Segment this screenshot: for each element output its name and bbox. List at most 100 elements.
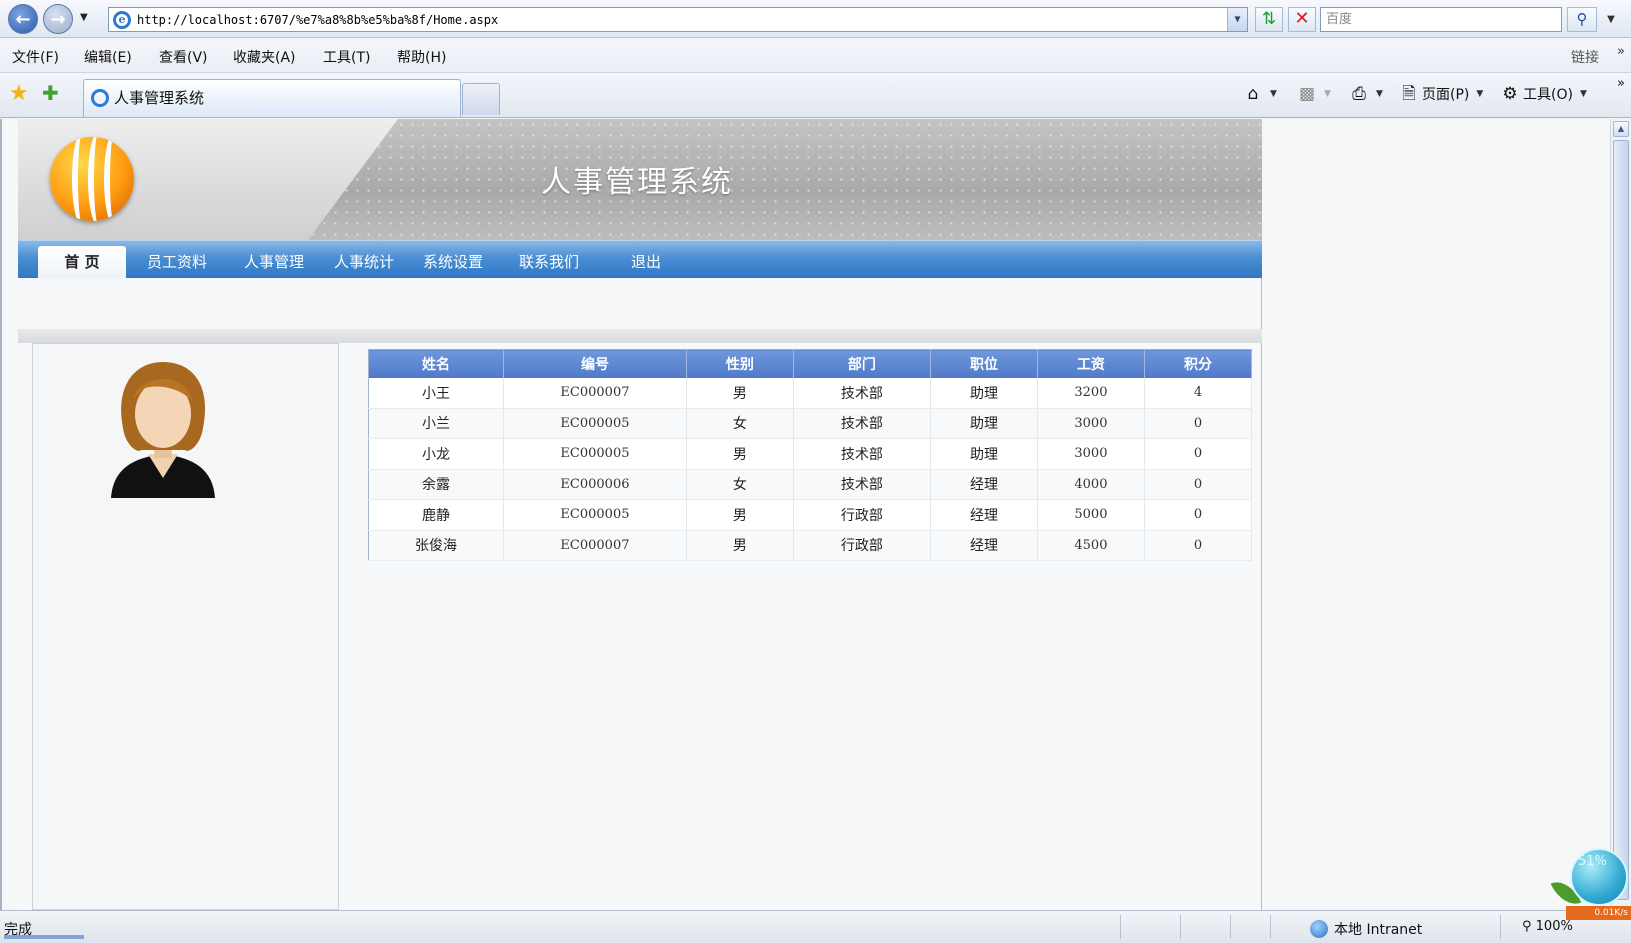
status-divider: [1270, 915, 1271, 939]
column-header[interactable]: 性别: [686, 349, 794, 378]
vertical-scrollbar[interactable]: ▲: [1610, 119, 1631, 910]
back-button[interactable]: ←: [8, 4, 38, 34]
menu-tools[interactable]: 工具(T): [323, 47, 370, 67]
tab-current-page[interactable]: 人事管理系统: [83, 79, 461, 117]
column-header[interactable]: 部门: [793, 349, 931, 378]
cell-department: 技术部: [793, 377, 931, 409]
nav-hr-management[interactable]: 人事管理: [244, 251, 304, 272]
column-header[interactable]: 编号: [503, 349, 687, 378]
cell-id: EC000007: [503, 530, 687, 561]
add-favorite-icon[interactable]: ✚: [42, 81, 59, 105]
feeds-button[interactable]: ▩ ▼: [1297, 84, 1331, 104]
menu-edit[interactable]: 编辑(E): [84, 47, 132, 67]
cell-points: 0: [1144, 408, 1253, 439]
status-divider: [1180, 915, 1181, 939]
printer-icon: ⎙: [1352, 84, 1366, 104]
site-banner: 人事管理系统: [18, 119, 1262, 240]
cell-salary: 4000: [1037, 469, 1145, 500]
table-header-row: 姓名 编号 性别 部门 职位 工资 积分: [368, 349, 1253, 378]
history-dropdown-icon[interactable]: ▼: [80, 12, 88, 23]
menu-favorites[interactable]: 收藏夹(A): [233, 47, 296, 67]
search-options-dropdown-icon[interactable]: ▼: [1600, 7, 1622, 32]
column-header[interactable]: 积分: [1144, 349, 1253, 378]
menu-file[interactable]: 文件(F): [12, 47, 59, 67]
close-icon: ✕: [1294, 8, 1310, 29]
table-row[interactable]: 小龙 EC000005 男 技术部 助理 3000 0: [368, 438, 1253, 470]
site-nav: 首 页 员工资料 人事管理 人事统计 系统设置 联系我们 退出: [18, 240, 1262, 279]
cell-points: 0: [1144, 438, 1253, 470]
cell-department: 技术部: [793, 438, 931, 470]
home-button[interactable]: ⌂ ▼: [1243, 84, 1277, 104]
tools-menu-button[interactable]: ⚙ 工具(O) ▼: [1500, 84, 1587, 104]
nav-home[interactable]: 首 页: [38, 246, 126, 279]
nav-employee-info[interactable]: 员工资料: [147, 251, 207, 272]
cell-position: 经理: [930, 469, 1038, 500]
nav-hr-statistics[interactable]: 人事统计: [334, 251, 394, 272]
scrollbar-thumb[interactable]: [1613, 140, 1629, 900]
table-row[interactable]: 张俊海 EC000007 男 行政部 经理 4500 0: [368, 530, 1253, 561]
table-row[interactable]: 小王 EC000007 男 技术部 助理 3200 4: [368, 377, 1253, 409]
menu-view[interactable]: 查看(V): [159, 47, 208, 67]
cell-position: 助理: [930, 438, 1038, 470]
site-logo: [50, 137, 134, 221]
back-arrow-icon: ←: [15, 8, 31, 30]
stop-button[interactable]: ✕: [1288, 7, 1316, 32]
page-menu-button[interactable]: 🗎 页面(P) ▼: [1399, 84, 1483, 104]
menu-help[interactable]: 帮助(H): [397, 47, 446, 67]
column-header[interactable]: 工资: [1037, 349, 1145, 378]
forward-button[interactable]: →: [43, 4, 73, 34]
cell-gender: 男: [686, 499, 794, 531]
tab-title: 人事管理系统: [114, 89, 205, 107]
search-button[interactable]: ⚲: [1567, 7, 1597, 32]
url-dropdown-icon[interactable]: ▼: [1227, 8, 1247, 31]
links-toolbar[interactable]: 链接: [1571, 47, 1599, 67]
search-icon: ⚲: [1576, 10, 1588, 28]
table-row[interactable]: 余露 EC000006 女 技术部 经理 4000 0: [368, 469, 1253, 500]
user-avatar-icon: [111, 362, 215, 498]
nav-contact-us[interactable]: 联系我们: [519, 251, 579, 272]
site-title: 人事管理系统: [541, 165, 733, 200]
refresh-button[interactable]: ⇅: [1255, 7, 1283, 32]
address-bar: ← → ▼ e http://localhost:6707/%e7%a8%8b%…: [0, 0, 1631, 38]
forward-arrow-icon: →: [50, 8, 66, 30]
status-divider: [1230, 915, 1231, 939]
cell-position: 助理: [930, 408, 1038, 439]
banner-pattern: [308, 119, 1262, 240]
security-zone[interactable]: 本地 Intranet: [1310, 919, 1422, 939]
column-header[interactable]: 职位: [930, 349, 1038, 378]
nav-system-settings[interactable]: 系统设置: [423, 251, 483, 272]
chevron-right-icon[interactable]: »: [1617, 76, 1625, 91]
print-button[interactable]: ⎙ ▼: [1349, 84, 1383, 104]
employee-table: 姓名 编号 性别 部门 职位 工资 积分 小王 EC000007 男 技术部 助…: [368, 349, 1253, 561]
page-icon: 🗎: [1402, 84, 1416, 104]
cell-salary: 3000: [1037, 408, 1145, 439]
cell-name: 小王: [368, 377, 505, 409]
nav-logout[interactable]: 退出: [631, 251, 661, 272]
table-row[interactable]: 鹿静 EC000005 男 行政部 经理 5000 0: [368, 499, 1253, 531]
cell-salary: 5000: [1037, 499, 1145, 531]
logo-wave: [104, 137, 126, 221]
cell-name: 鹿静: [368, 499, 505, 531]
cell-position: 助理: [930, 377, 1038, 409]
table-row[interactable]: 小兰 EC000005 女 技术部 助理 3000 0: [368, 408, 1253, 439]
search-input[interactable]: 百度: [1320, 7, 1562, 32]
cell-gender: 男: [686, 438, 794, 470]
column-header[interactable]: 姓名: [368, 349, 505, 378]
ie-page-icon: [91, 89, 109, 107]
scroll-up-icon[interactable]: ▲: [1613, 121, 1629, 137]
page-viewport: 人事管理系统 首 页 员工资料 人事管理 人事统计 系统设置 联系我们 退出 姓…: [0, 119, 1610, 910]
network-monitor-widget[interactable]: 51% 0.01K/s: [1550, 848, 1631, 923]
cell-id: EC000005: [503, 499, 687, 531]
cell-department: 行政部: [793, 530, 931, 561]
cell-points: 0: [1144, 499, 1253, 531]
site-container: 人事管理系统 首 页 员工资料 人事管理 人事统计 系统设置 联系我们 退出 姓…: [18, 119, 1262, 910]
cell-gender: 女: [686, 408, 794, 439]
chevron-down-icon: ▼: [1324, 89, 1331, 99]
new-tab-button[interactable]: [462, 83, 500, 115]
status-bar: 完成 本地 Intranet ⚲ 100%: [0, 910, 1631, 943]
url-field[interactable]: e http://localhost:6707/%e7%a8%8b%e5%ba%…: [108, 7, 1248, 32]
favorites-star-icon[interactable]: ★: [9, 81, 29, 106]
page-menu-label: 页面(P): [1422, 87, 1470, 103]
chevron-right-icon[interactable]: »: [1617, 44, 1625, 59]
cell-points: 0: [1144, 530, 1253, 561]
